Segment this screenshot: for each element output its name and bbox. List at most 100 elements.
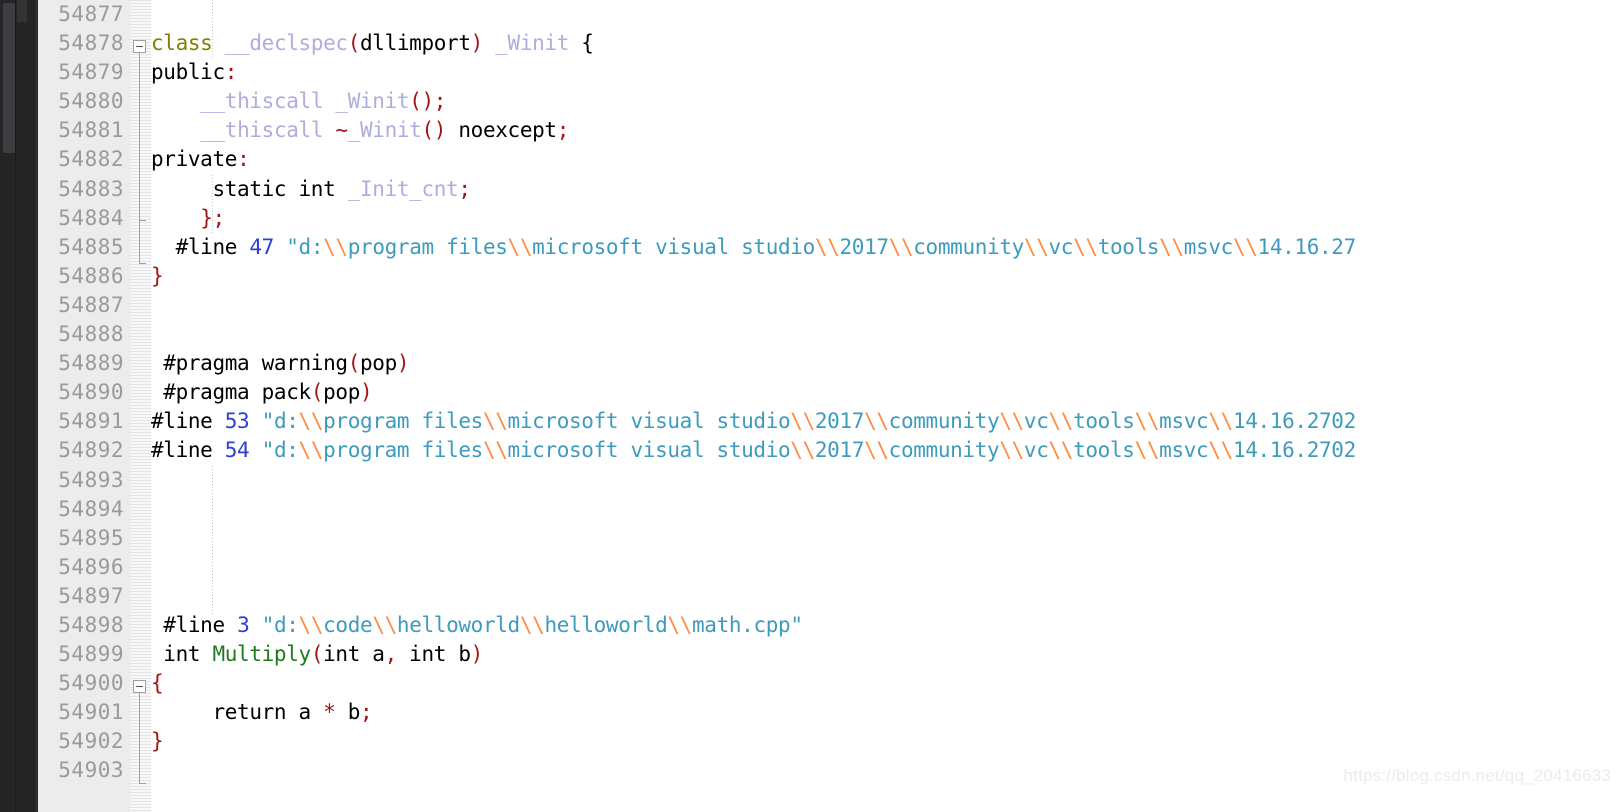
code-line[interactable]: static int _Init_cnt; xyxy=(151,175,1619,204)
code-line[interactable] xyxy=(151,466,1619,495)
watermark-text: https://blog.csdn.net/qq_20416633 xyxy=(1343,766,1611,785)
line-number: 54880 xyxy=(58,89,124,114)
fold-bracket-end-class xyxy=(139,263,146,264)
code-token-plain: noexcept xyxy=(446,118,557,143)
code-token-plain: pop xyxy=(323,380,360,405)
code-token-punct: ) xyxy=(396,351,410,376)
code-token-op: * xyxy=(323,700,336,725)
panel-divider-left xyxy=(15,0,16,812)
code-token-esc: \\ xyxy=(864,409,889,434)
code-token-esc: \\ xyxy=(1048,409,1074,434)
code-line[interactable] xyxy=(151,582,1619,611)
code-token-esc: \\ xyxy=(814,234,840,259)
code-token-punct: ( xyxy=(347,31,361,56)
code-token-str: tools xyxy=(1073,409,1135,434)
line-number: 54899 xyxy=(58,642,124,667)
scrollbar-thumb-secondary[interactable] xyxy=(17,0,27,22)
code-line[interactable]: int Multiply(int a, int b) xyxy=(151,640,1619,669)
code-token-punct: ( xyxy=(347,351,361,376)
code-line[interactable] xyxy=(151,524,1619,553)
code-line[interactable]: #line 47 "d:\\program files\\microsoft v… xyxy=(151,233,1619,262)
code-token-punct: : xyxy=(224,60,238,85)
code-line[interactable]: #pragma warning(pop) xyxy=(151,349,1619,378)
code-token-str: "d: xyxy=(261,409,299,434)
code-token-esc: \\ xyxy=(298,409,324,434)
code-token-str: msvc xyxy=(1159,409,1209,434)
code-token-str: 14.16.2702 xyxy=(1232,438,1356,463)
code-token-plain: dllimport xyxy=(360,31,471,56)
code-line[interactable] xyxy=(151,495,1619,524)
code-line[interactable] xyxy=(151,0,1619,29)
code-token-str: math.cpp" xyxy=(691,612,803,637)
code-line[interactable]: __thiscall ~_Winit() noexcept; xyxy=(151,116,1619,145)
line-number: 54887 xyxy=(58,292,124,317)
code-line[interactable]: private: xyxy=(151,145,1619,174)
code-token-plain: int a xyxy=(323,642,385,667)
code-token-punct: } xyxy=(151,263,164,288)
code-line-list: class __declspec(dllimport) _Winit {publ… xyxy=(151,0,1619,786)
code-text-area[interactable]: class __declspec(dllimport) _Winit {publ… xyxy=(151,0,1619,812)
fold-collapse-box-class[interactable] xyxy=(133,40,146,53)
code-line[interactable]: class __declspec(dllimport) _Winit { xyxy=(151,29,1619,58)
code-line[interactable]: #line 54 "d:\\program files\\microsoft v… xyxy=(151,436,1619,465)
code-token-plain: private xyxy=(151,147,238,172)
code-token-str: vc xyxy=(1048,234,1074,259)
code-token-esc: \\ xyxy=(1159,234,1184,259)
code-token-esc: \\ xyxy=(790,438,815,463)
code-editor-view: 54877 54878 54879 54880 54881 54882 54883 54884… xyxy=(0,0,1619,812)
code-token-str: community xyxy=(888,438,1000,463)
scrollbar-thumb[interactable] xyxy=(3,3,15,153)
code-line[interactable]: return a * b; xyxy=(151,698,1619,727)
code-token-punct: ; xyxy=(433,89,447,114)
line-number-gutter[interactable]: 54877 54878 54879 54880 54881 54882 54883 54884… xyxy=(38,0,130,812)
line-number: 54891 xyxy=(58,409,124,434)
code-token-ident: _Init_cnt xyxy=(347,176,459,201)
code-token-plain: { xyxy=(569,31,594,56)
code-line[interactable] xyxy=(151,320,1619,349)
code-token-plain: int b xyxy=(396,642,471,667)
code-line[interactable] xyxy=(151,291,1619,320)
code-line[interactable]: } xyxy=(151,262,1619,291)
outlining-fold-margin[interactable] xyxy=(130,0,151,812)
code-token-fn: Multiply xyxy=(212,642,311,667)
code-token-esc: \\ xyxy=(298,438,324,463)
code-line[interactable]: public: xyxy=(151,58,1619,87)
code-token-str: program files xyxy=(347,234,508,259)
line-number: 54884 xyxy=(58,205,124,230)
fold-collapse-box-function[interactable] xyxy=(133,680,146,693)
line-number: 54883 xyxy=(58,176,124,201)
code-line[interactable]: __thiscall _Winit(); xyxy=(151,87,1619,116)
code-token-plain: return a xyxy=(151,700,324,725)
code-token-str: 2017 xyxy=(839,234,889,259)
code-token-num: 47 xyxy=(249,234,274,259)
code-line[interactable]: #pragma pack(pop) xyxy=(151,378,1619,407)
code-line[interactable]: }; xyxy=(151,204,1619,233)
code-token-esc: \\ xyxy=(1134,409,1160,434)
code-token-punct: } xyxy=(151,729,164,754)
code-line[interactable] xyxy=(151,553,1619,582)
code-line[interactable]: #line 53 "d:\\program files\\microsoft v… xyxy=(151,407,1619,436)
fold-bracket-line-class xyxy=(139,53,140,263)
code-token-str: "d: xyxy=(261,438,299,463)
line-number: 54900 xyxy=(58,671,124,696)
code-token-str: 14.16.27 xyxy=(1257,234,1357,259)
code-token-punct: ( xyxy=(310,380,324,405)
code-token-esc: \\ xyxy=(482,438,508,463)
line-number: 54898 xyxy=(58,612,124,637)
code-token-str: msvc xyxy=(1159,438,1209,463)
code-line[interactable]: { xyxy=(151,669,1619,698)
vertical-scrollbar-panel[interactable] xyxy=(0,0,38,812)
line-number: 54902 xyxy=(58,729,124,754)
code-token-ident: __declspec xyxy=(224,31,348,56)
code-line[interactable]: } xyxy=(151,727,1619,756)
code-line[interactable]: #line 3 "d:\\code\\helloworld\\helloworl… xyxy=(151,611,1619,640)
code-token-esc: \\ xyxy=(323,234,348,259)
code-token-punct: ) xyxy=(360,380,373,405)
line-number: 54895 xyxy=(58,525,124,550)
code-token-plain: b xyxy=(335,700,361,725)
